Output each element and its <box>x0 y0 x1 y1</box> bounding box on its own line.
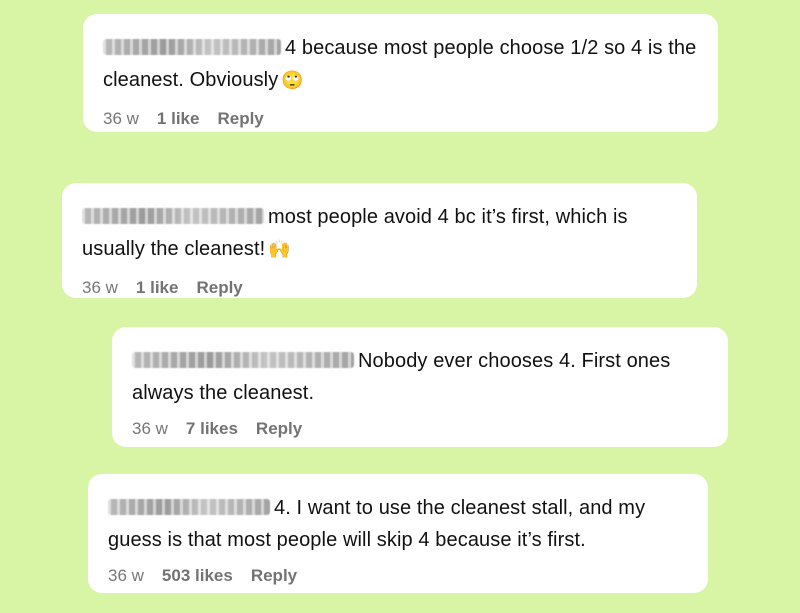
page: { "comments": [ { "username": "the_eclec… <box>0 0 800 613</box>
raised-hands-emoji-icon: 🙌 <box>268 239 291 260</box>
comment-body: 4. I want to use the cleanest stall, and… <box>108 492 688 556</box>
comment-meta: 36 w 1 like Reply <box>82 278 677 298</box>
likes-count[interactable]: 503 likes <box>162 566 233 586</box>
username-blurred[interactable] <box>132 352 354 368</box>
comment-card: Nobody ever chooses 4. First ones always… <box>112 327 728 447</box>
eye-roll-emoji-icon: 🙄 <box>281 70 304 91</box>
likes-count[interactable]: 7 likes <box>186 419 238 439</box>
likes-count[interactable]: 1 like <box>157 109 200 129</box>
comment-age: 36 w <box>82 278 118 297</box>
comment-meta: 36 w 503 likes Reply <box>108 566 688 586</box>
reply-button[interactable]: Reply <box>251 566 297 586</box>
username-blurred[interactable] <box>103 39 281 55</box>
comment-card: 4 because most people choose 1/2 so 4 is… <box>83 14 718 132</box>
username-blurred[interactable] <box>82 208 264 224</box>
comment-age: 36 w <box>132 419 168 438</box>
reply-button[interactable]: Reply <box>196 278 242 298</box>
username-blurred[interactable] <box>108 499 270 515</box>
comment-age: 36 w <box>103 109 139 128</box>
comment-body: Nobody ever chooses 4. First ones always… <box>132 345 708 409</box>
comment-age: 36 w <box>108 566 144 585</box>
comment-card: 4. I want to use the cleanest stall, and… <box>88 474 708 593</box>
reply-button[interactable]: Reply <box>256 419 302 439</box>
comment-meta: 36 w 7 likes Reply <box>132 419 708 439</box>
comment-card: most people avoid 4 bc it’s first, which… <box>62 183 697 298</box>
comment-meta: 36 w 1 like Reply <box>103 109 698 129</box>
comment-body: most people avoid 4 bc it’s first, which… <box>82 201 677 266</box>
likes-count[interactable]: 1 like <box>136 278 179 298</box>
reply-button[interactable]: Reply <box>217 109 263 129</box>
comment-body: 4 because most people choose 1/2 so 4 is… <box>103 32 698 97</box>
